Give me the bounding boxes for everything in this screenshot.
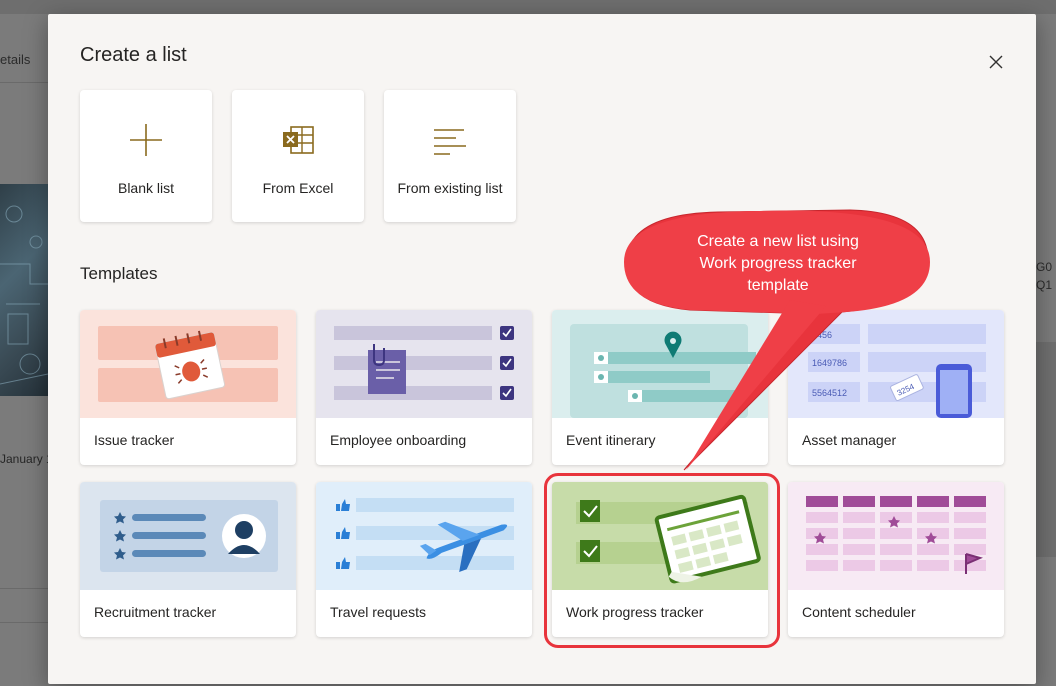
callout-bubble (624, 209, 930, 471)
callout-line: Work progress tracker (699, 255, 857, 272)
callout-line: template (747, 277, 809, 294)
callout-text: Create a new list using Work progress tr… (640, 231, 916, 297)
callout-line: Create a new list using (697, 233, 859, 250)
